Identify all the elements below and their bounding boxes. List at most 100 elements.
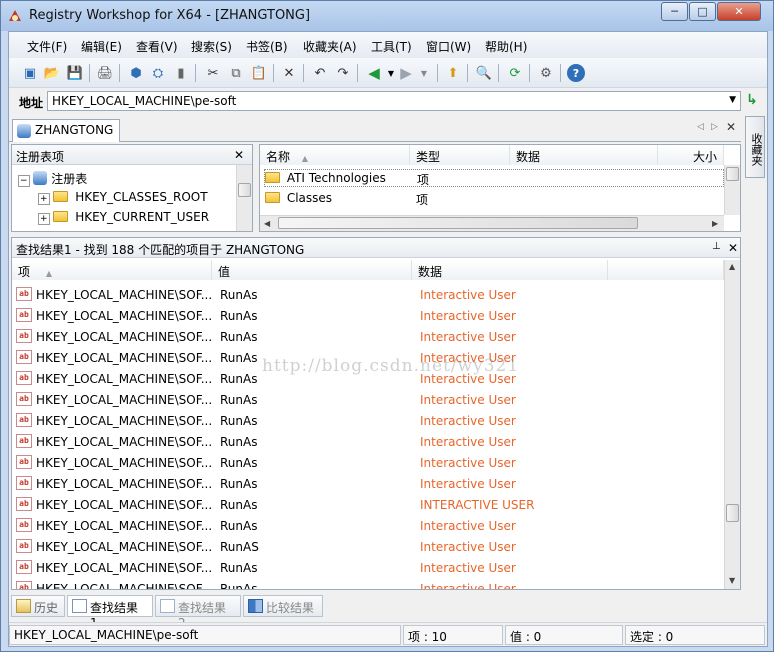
table-row[interactable]: ab HKEY_LOCAL_MACHINE\SOF... RunAs Interact… xyxy=(12,410,724,431)
tree-root-node[interactable]: − 注册表 xyxy=(18,170,87,187)
table-row[interactable]: ab HKEY_LOCAL_MACHINE\SOF... RunAs Interact… xyxy=(12,578,724,589)
open-folder-icon[interactable]: 📂 xyxy=(43,64,61,82)
result-data: Interactive User xyxy=(420,414,516,428)
tree-item-hkcr[interactable]: + HKEY_CLASSES_ROOT xyxy=(38,190,208,205)
registry-local-icon[interactable]: ⬢ xyxy=(127,64,145,82)
tree-vertical-scrollbar[interactable] xyxy=(236,165,252,231)
folder-icon xyxy=(53,211,69,222)
save-icon[interactable]: 💾 xyxy=(66,64,84,82)
list-vertical-scrollbar[interactable] xyxy=(724,165,740,215)
menu-tools[interactable]: 工具(T) xyxy=(371,38,412,55)
list-row[interactable]: ATI Technologies 项 xyxy=(264,169,724,187)
string-value-icon: ab xyxy=(16,329,32,343)
list-horizontal-scrollbar[interactable]: ◀ ▶ xyxy=(260,215,724,231)
undo-icon[interactable]: ↶ xyxy=(311,64,329,82)
result-data: Interactive User xyxy=(420,561,516,575)
maximize-button[interactable]: □ xyxy=(689,2,716,21)
refresh-icon[interactable]: ⟳ xyxy=(506,64,524,82)
menu-search[interactable]: 搜索(S) xyxy=(191,38,232,55)
export-icon[interactable]: ▣ xyxy=(21,64,39,82)
chevron-down-icon[interactable]: ▼ xyxy=(729,95,736,105)
tab-history[interactable]: 历史 xyxy=(11,595,65,617)
menu-view[interactable]: 查看(V) xyxy=(136,38,178,55)
forward-icon[interactable]: ▶ xyxy=(397,64,415,82)
toolbar-separator xyxy=(467,64,468,82)
title-bar[interactable]: Registry Workshop for X64 - [ZHANGTONG] … xyxy=(1,1,773,31)
table-row[interactable]: ab HKEY_LOCAL_MACHINE\SOF... RunAs INTERACT… xyxy=(12,494,724,515)
tab-close-icon[interactable]: ✕ xyxy=(726,120,736,134)
address-input[interactable]: HKEY_LOCAL_MACHINE\pe-soft ▼ xyxy=(47,91,741,111)
tab-scroll-right-icon[interactable]: ▷ xyxy=(711,122,718,132)
column-header-type[interactable]: 类型 xyxy=(410,145,510,165)
table-row[interactable]: ab HKEY_LOCAL_MACHINE\SOF... RunAs Interact… xyxy=(12,473,724,494)
table-row[interactable]: ab HKEY_LOCAL_MACHINE\SOF... RunAs Interact… xyxy=(12,326,724,347)
menu-window[interactable]: 窗口(W) xyxy=(426,38,471,55)
row-type: 项 xyxy=(417,173,430,187)
result-value: RunAs xyxy=(220,456,258,470)
table-row[interactable]: ab HKEY_LOCAL_MACHINE\SOF... RunAs Interact… xyxy=(12,452,724,473)
results-vertical-scrollbar[interactable]: ▲ ▼ xyxy=(724,260,740,589)
tab-zhangtong[interactable]: ZHANGTONG xyxy=(12,119,120,142)
go-arrow-icon[interactable]: ↳ xyxy=(746,92,758,108)
delete-icon[interactable]: ✕ xyxy=(280,64,298,82)
settings-gear-icon[interactable]: ⚙ xyxy=(537,64,555,82)
row-name: ATI Technologies xyxy=(286,171,386,185)
scrollbar-thumb[interactable] xyxy=(726,167,739,181)
favorites-side-tab[interactable]: 收藏夹 xyxy=(745,116,765,178)
close-button[interactable]: ✕ xyxy=(717,2,761,21)
tab-search-results-2[interactable]: 查找结果 2 xyxy=(155,595,241,630)
toolbar: ▣ 📂 💾 🖨 ⬢ ⛭ ▮ ✂ ⧉ 📋 ✕ ↶ ↷ ◀ ▼ ▶ ▼ ⬆ 🔍 ⟳ … xyxy=(9,58,767,88)
help-icon[interactable]: ? xyxy=(567,64,585,82)
paste-icon[interactable]: 📋 xyxy=(250,64,268,82)
scroll-left-icon[interactable]: ◀ xyxy=(264,219,270,228)
redo-icon[interactable]: ↷ xyxy=(334,64,352,82)
list-row[interactable]: Classes 项 xyxy=(265,191,428,207)
row-type: 项 xyxy=(416,193,429,207)
menu-favorites[interactable]: 收藏夹(A) xyxy=(303,38,357,55)
table-row[interactable]: ab HKEY_LOCAL_MACHINE\SOF... RunAS Interact… xyxy=(12,536,724,557)
column-header-size[interactable]: 大小 xyxy=(658,145,724,165)
up-level-icon[interactable]: ⬆ xyxy=(444,64,462,82)
cut-icon[interactable]: ✂ xyxy=(204,64,222,82)
menu-help[interactable]: 帮助(H) xyxy=(485,38,527,55)
table-row[interactable]: ab HKEY_LOCAL_MACHINE\SOF... RunAs Interact… xyxy=(12,557,724,578)
table-row[interactable]: ab HKEY_LOCAL_MACHINE\SOF... RunAs Interact… xyxy=(12,515,724,536)
scroll-right-icon[interactable]: ▶ xyxy=(712,219,718,228)
print-icon[interactable]: 🖨 xyxy=(96,64,114,82)
find-icon[interactable]: 🔍 xyxy=(475,64,493,82)
collapse-icon[interactable]: − xyxy=(18,175,30,187)
table-row[interactable]: ab HKEY_LOCAL_MACHINE\SOF... RunAs Interact… xyxy=(12,389,724,410)
result-value: RunAs xyxy=(220,561,258,575)
scrollbar-thumb[interactable] xyxy=(238,183,251,197)
minimize-button[interactable]: ─ xyxy=(661,2,688,21)
tab-scroll-left-icon[interactable]: ◁ xyxy=(697,122,704,132)
expand-icon[interactable]: + xyxy=(38,193,50,205)
tree-panel-close-icon[interactable]: ✕ xyxy=(234,148,244,162)
menu-file[interactable]: 文件(F) xyxy=(27,38,67,55)
table-row[interactable]: ab HKEY_LOCAL_MACHINE\SOF... RunAs Interact… xyxy=(12,284,724,305)
expand-icon[interactable]: + xyxy=(38,213,50,225)
result-value: RunAs xyxy=(220,309,258,323)
folder-icon xyxy=(265,172,280,183)
scrollbar-thumb[interactable] xyxy=(726,504,739,522)
document-tab-bar: ZHANGTONG ◁ ▷ ✕ xyxy=(9,116,741,142)
back-icon[interactable]: ◀ xyxy=(365,64,383,82)
menu-edit[interactable]: 编辑(E) xyxy=(81,38,122,55)
table-row[interactable]: ab HKEY_LOCAL_MACHINE\SOF... RunAs Interact… xyxy=(12,431,724,452)
tree-item-hkcu[interactable]: + HKEY_CURRENT_USER xyxy=(38,210,209,225)
results-close-icon[interactable]: ✕ xyxy=(728,241,738,255)
copy-icon[interactable]: ⧉ xyxy=(227,64,245,82)
table-row[interactable]: ab HKEY_LOCAL_MACHINE\SOF... RunAs Interact… xyxy=(12,305,724,326)
tab-search-results-1[interactable]: 查找结果 1 xyxy=(67,595,153,630)
column-header-name[interactable]: 名称 ▲ xyxy=(260,145,410,165)
forward-dropdown-icon[interactable]: ▼ xyxy=(415,64,433,82)
column-header-data[interactable]: 数据 xyxy=(510,145,658,165)
scroll-up-icon[interactable]: ▲ xyxy=(729,262,735,271)
scrollbar-thumb[interactable] xyxy=(278,217,638,229)
menu-bookmarks[interactable]: 书签(B) xyxy=(246,38,288,55)
scroll-down-icon[interactable]: ▼ xyxy=(729,576,735,585)
tab-compare-results[interactable]: 比较结果 xyxy=(243,595,323,617)
watermark-text: http://blog.csdn.net/wy321 xyxy=(262,356,520,376)
registry-remote-icon[interactable]: ⛭ xyxy=(149,64,167,82)
device-icon[interactable]: ▮ xyxy=(172,64,190,82)
